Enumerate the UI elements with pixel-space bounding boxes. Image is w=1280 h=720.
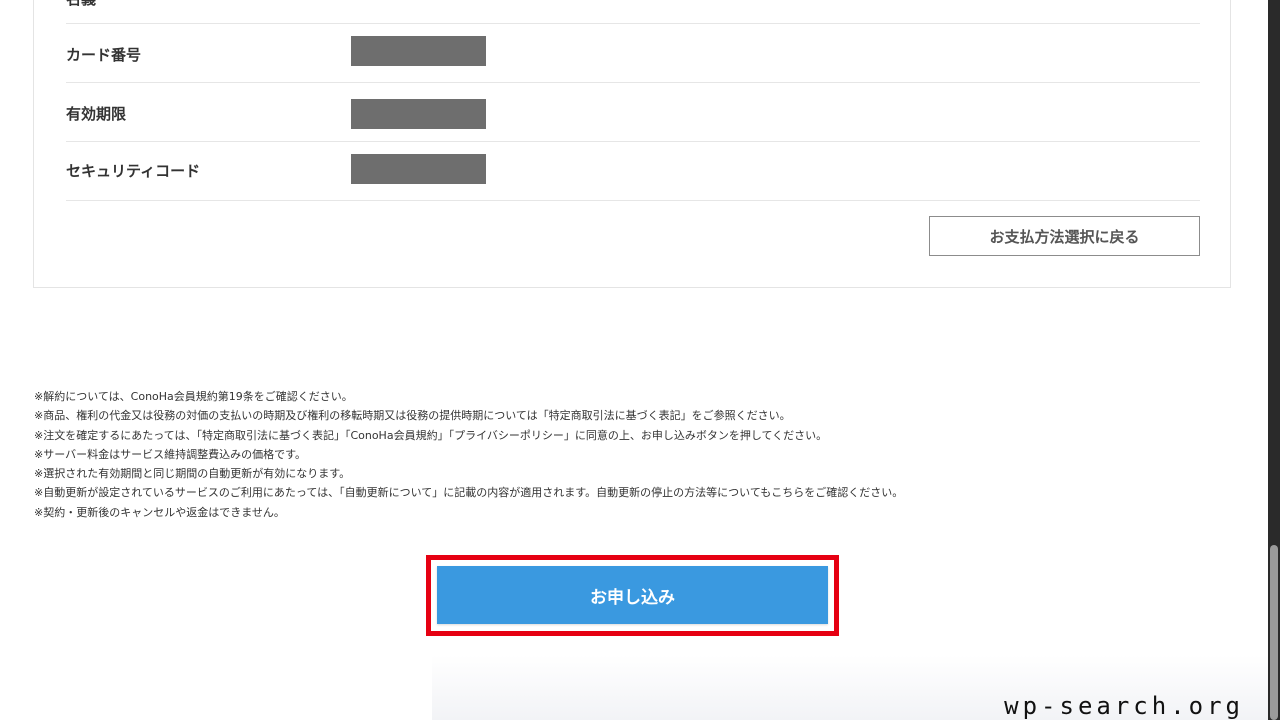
apply-button[interactable]: お申し込み	[437, 566, 828, 624]
card-number-row: カード番号	[66, 24, 1200, 83]
card-holder-label: 名義	[66, 0, 96, 9]
note-item: ※選択された有効期間と同じ期間の自動更新が有効になります。	[34, 467, 351, 481]
security-code-label: セキュリティコード	[66, 162, 201, 180]
expiry-masked-value	[351, 99, 486, 129]
card-number-label: カード番号	[66, 46, 142, 64]
terms-notes: ※解約については、ConoHa会員規約第19条をご確認ください。 ※商品、権利の…	[34, 387, 903, 522]
back-to-payment-method-button[interactable]: お支払方法選択に戻る	[929, 216, 1200, 256]
card-holder-row: 名義 a	[66, 0, 1200, 24]
note-item: ※解約については、ConoHa会員規約第19条をご確認ください。	[34, 390, 353, 403]
watermark: wp-search.org	[1004, 692, 1244, 720]
security-code-row: セキュリティコード	[66, 142, 1200, 201]
payment-details-card: 名義 a カード番号 有効期限 セキュリティコード お支払方法選択に戻る	[33, 0, 1231, 288]
note-item: ※注文を確定するにあたっては、「特定商取引法に基づく表記」「ConoHa会員規約…	[34, 428, 828, 442]
note-item: ※サーバー料金はサービス維持調整費込みの価格です。	[34, 447, 307, 461]
security-code-masked-value	[351, 154, 486, 184]
card-holder-value: a	[351, 0, 360, 4]
note-item: ※契約・更新後のキャンセルや返金はできません。	[34, 505, 285, 519]
expiry-label: 有効期限	[66, 105, 127, 123]
note-item: ※商品、権利の代金又は役務の対価の支払いの時期及び権利の移転時期又は役務の提供時…	[34, 409, 791, 423]
scrollbar-thumb[interactable]	[1270, 545, 1278, 720]
note-item: ※自動更新が設定されているサービスのご利用にあたっては、「自動更新について」に記…	[34, 486, 904, 500]
card-number-masked-value	[351, 36, 486, 66]
expiry-row: 有効期限	[66, 83, 1200, 142]
